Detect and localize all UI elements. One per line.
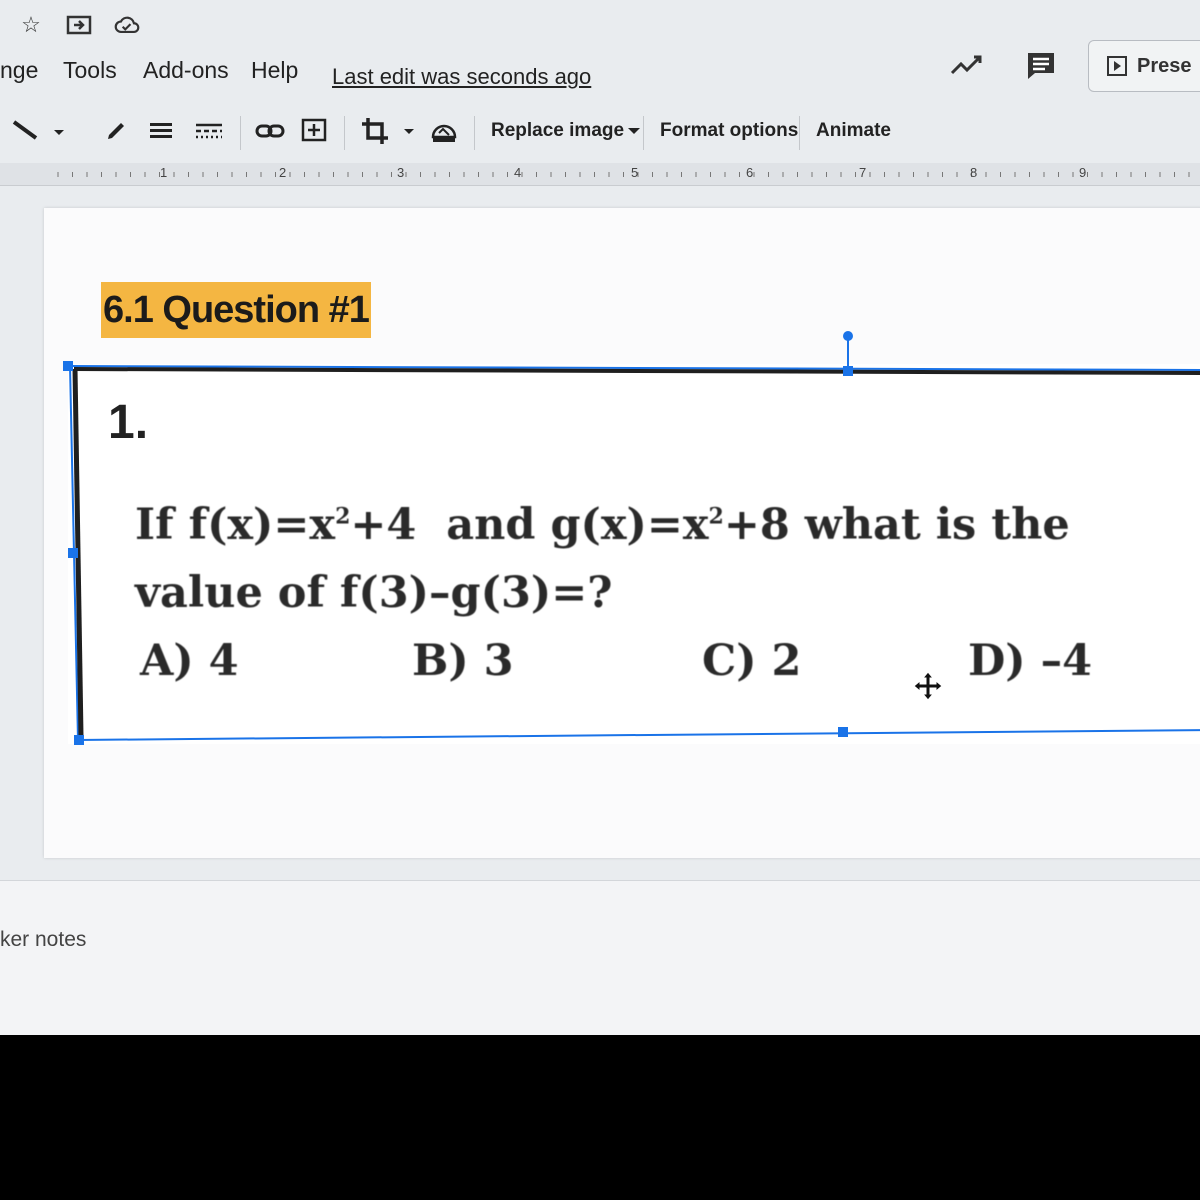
speaker-notes-panel[interactable] xyxy=(0,880,1200,1035)
resize-handle-bottom[interactable] xyxy=(838,727,848,737)
choice-d: D) –4 xyxy=(968,636,1093,686)
rotate-handle[interactable] xyxy=(843,331,853,341)
app-window: ☆ nge Tools Add-ons Help Last edit was s… xyxy=(0,0,1200,1035)
exponent: 2 xyxy=(335,503,351,530)
question-number: 1. xyxy=(108,396,149,449)
speaker-notes-label: ker notes xyxy=(0,928,87,951)
resize-handle-top[interactable] xyxy=(843,366,853,376)
choice-c: C) 2 xyxy=(702,636,802,686)
resize-handle-bottom-left[interactable] xyxy=(74,735,84,745)
exponent: 2 xyxy=(708,503,724,530)
question-line-1: If f(x)=x2+4 and g(x)=x2+8 what is the xyxy=(135,500,1070,550)
question-line-2: value of f(3)–g(3)=? xyxy=(135,568,613,618)
question-text: +4 and g(x)=x xyxy=(350,500,709,550)
resize-handle-left[interactable] xyxy=(68,548,78,558)
resize-handle-top-left[interactable] xyxy=(63,361,73,371)
choice-b: B) 3 xyxy=(412,636,514,686)
choice-a: A) 4 xyxy=(140,636,239,686)
question-text: If f(x)=x xyxy=(135,500,336,550)
question-text: +8 what is the xyxy=(723,500,1070,550)
move-cursor-icon xyxy=(913,671,943,701)
